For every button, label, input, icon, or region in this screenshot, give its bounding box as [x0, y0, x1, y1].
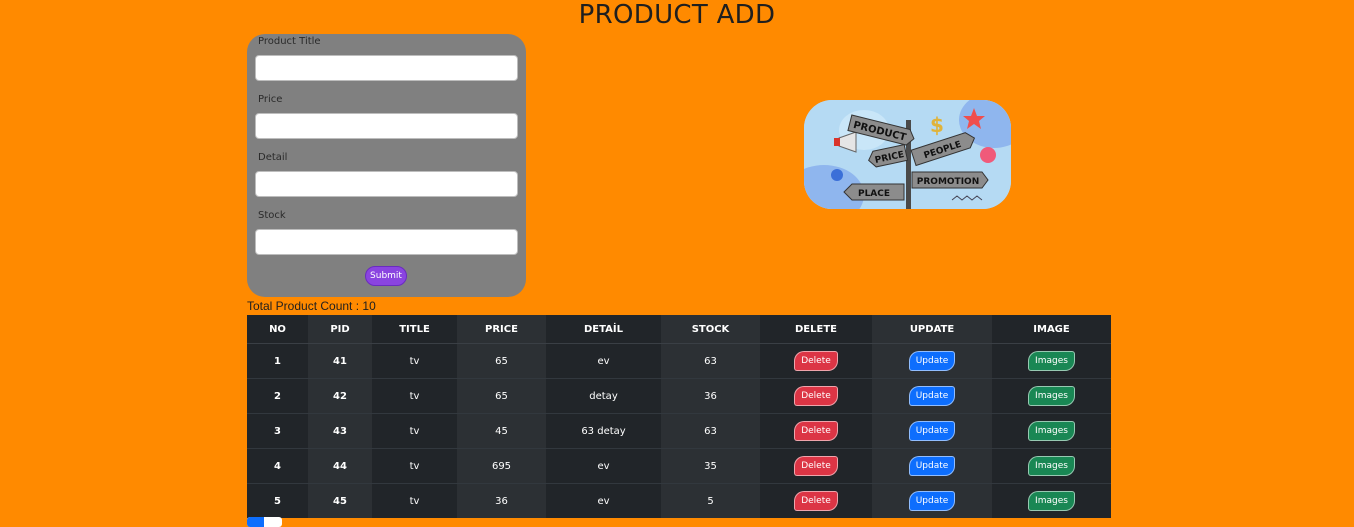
- cell-update: Update: [872, 448, 992, 484]
- cell-image: Images: [992, 483, 1111, 518]
- cell-pid: 41: [308, 343, 372, 379]
- cell-delete: Delete: [760, 413, 872, 449]
- cell-update: Update: [872, 378, 992, 414]
- delete-button[interactable]: Delete: [794, 456, 838, 476]
- cell-price: 36: [457, 483, 546, 518]
- cell-detail: ev: [546, 343, 661, 379]
- price-input[interactable]: [255, 113, 518, 139]
- column-header: PRICE: [457, 315, 546, 344]
- cell-title: tv: [372, 378, 457, 414]
- images-button[interactable]: Images: [1028, 491, 1075, 511]
- cell-title: tv: [372, 343, 457, 379]
- submit-button[interactable]: Submit: [365, 266, 407, 286]
- sign-promotion: PROMOTION: [917, 177, 979, 187]
- product-title-input[interactable]: [255, 55, 518, 81]
- sign-place: PLACE: [858, 189, 890, 199]
- table-row: 1 41 tv 65 ev 63 Delete Update Images: [247, 343, 1111, 379]
- stock-label: Stock: [258, 210, 286, 221]
- price-label: Price: [258, 94, 283, 105]
- cell-no: 3: [247, 413, 308, 449]
- images-button[interactable]: Images: [1028, 421, 1075, 441]
- cell-stock: 63: [661, 413, 760, 449]
- cell-stock: 36: [661, 378, 760, 414]
- cell-pid: 44: [308, 448, 372, 484]
- table-header-row: NO PID TITLE PRICE DETAİL STOCK DELETE U…: [247, 315, 1111, 344]
- cell-delete: Delete: [760, 378, 872, 414]
- cell-detail: ev: [546, 448, 661, 484]
- product-form: Product Title Price Detail Stock Submit: [247, 34, 526, 297]
- images-button[interactable]: Images: [1028, 351, 1075, 371]
- column-header: DETAİL: [546, 315, 661, 344]
- cell-price: 45: [457, 413, 546, 449]
- cell-detail: 63 detay: [546, 413, 661, 449]
- cell-update: Update: [872, 343, 992, 379]
- cell-pid: 42: [308, 378, 372, 414]
- table-row: 4 44 tv 695 ev 35 Delete Update Images: [247, 448, 1111, 484]
- column-header: PID: [308, 315, 372, 344]
- cell-no: 5: [247, 483, 308, 518]
- cell-image: Images: [992, 413, 1111, 449]
- cell-image: Images: [992, 448, 1111, 484]
- column-header: TITLE: [372, 315, 457, 344]
- toggle-active-segment: [247, 517, 264, 527]
- update-button[interactable]: Update: [908, 456, 956, 476]
- update-button[interactable]: Update: [908, 491, 956, 511]
- dollar-icon: $: [930, 113, 944, 137]
- stock-input[interactable]: [255, 229, 518, 255]
- column-header: IMAGE: [992, 315, 1111, 344]
- delete-button[interactable]: Delete: [794, 386, 838, 406]
- cell-no: 4: [247, 448, 308, 484]
- cell-price: 65: [457, 343, 546, 379]
- table-row: 3 43 tv 45 63 detay 63 Delete Update Ima…: [247, 413, 1111, 449]
- cell-no: 2: [247, 378, 308, 414]
- images-button[interactable]: Images: [1028, 456, 1075, 476]
- cell-stock: 5: [661, 483, 760, 518]
- cell-title: tv: [372, 413, 457, 449]
- update-button[interactable]: Update: [908, 386, 956, 406]
- cell-stock: 63: [661, 343, 760, 379]
- column-header: STOCK: [661, 315, 760, 344]
- delete-button[interactable]: Delete: [794, 421, 838, 441]
- cell-detail: detay: [546, 378, 661, 414]
- column-header: DELETE: [760, 315, 872, 344]
- cell-title: tv: [372, 483, 457, 518]
- cell-image: Images: [992, 343, 1111, 379]
- cell-delete: Delete: [760, 343, 872, 379]
- user-icon: [831, 169, 843, 181]
- cell-title: tv: [372, 448, 457, 484]
- column-header: UPDATE: [872, 315, 992, 344]
- page-title: PRODUCT ADD: [578, 0, 776, 30]
- table-row: 5 45 tv 36 ev 5 Delete Update Images: [247, 483, 1111, 518]
- cell-no: 1: [247, 343, 308, 379]
- cell-pid: 45: [308, 483, 372, 518]
- cell-stock: 35: [661, 448, 760, 484]
- cell-image: Images: [992, 378, 1111, 414]
- images-button[interactable]: Images: [1028, 386, 1075, 406]
- pagination-toggle[interactable]: [247, 517, 282, 527]
- delete-button[interactable]: Delete: [794, 491, 838, 511]
- cell-update: Update: [872, 483, 992, 518]
- total-product-count: Total Product Count : 10: [247, 299, 376, 313]
- marketing-signpost-image: PRODUCT $ PRICE PEOPLE PROMOTION PLACE: [804, 100, 1011, 209]
- update-button[interactable]: Update: [908, 421, 956, 441]
- cell-delete: Delete: [760, 448, 872, 484]
- cell-price: 65: [457, 378, 546, 414]
- detail-input[interactable]: [255, 171, 518, 197]
- cell-detail: ev: [546, 483, 661, 518]
- detail-label: Detail: [258, 152, 288, 163]
- column-header: NO: [247, 315, 308, 344]
- cell-update: Update: [872, 413, 992, 449]
- location-pin-icon: [980, 147, 996, 163]
- cell-delete: Delete: [760, 483, 872, 518]
- table-row: 2 42 tv 65 detay 36 Delete Update Images: [247, 378, 1111, 414]
- product-title-label: Product Title: [258, 36, 321, 47]
- products-table: NO PID TITLE PRICE DETAİL STOCK DELETE U…: [247, 315, 1111, 518]
- update-button[interactable]: Update: [908, 351, 956, 371]
- cell-price: 695: [457, 448, 546, 484]
- cell-pid: 43: [308, 413, 372, 449]
- delete-button[interactable]: Delete: [794, 351, 838, 371]
